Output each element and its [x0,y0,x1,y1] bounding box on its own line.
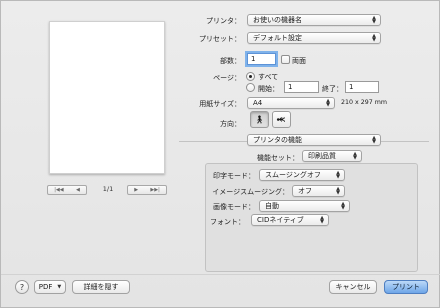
popup-arrows-icon: ▲ ▼ [336,170,340,180]
pdf-menu-button[interactable]: PDF ▼ [34,280,66,294]
popup-arrows-icon: ▲ ▼ [326,98,330,108]
help-button[interactable]: ? [15,280,29,294]
image-mode-label: 画像モード： [213,203,255,211]
printer-value: お使いの機器名 [253,16,302,24]
footer-separator [1,274,440,275]
panel-popup-value: プリンタの機能 [253,136,302,144]
pages-to-field[interactable]: 1 [345,81,379,93]
popup-arrows-icon: ▲ ▼ [353,151,357,161]
chevron-down-icon: ▼ [57,284,62,290]
presets-label: プリセット： [199,35,241,43]
feature-set-popup[interactable]: 印刷品質 ▲ ▼ [302,150,362,162]
print-button[interactable]: プリント [384,280,428,294]
presets-popup[interactable]: デフォルト設定 ▲ ▼ [247,32,381,44]
portrait-button[interactable]: 🚶︎ [250,111,269,128]
popup-arrows-icon: ▲ ▼ [336,186,340,196]
image-smoothing-popup[interactable]: オフ ▲ ▼ [292,185,345,197]
popup-arrows-icon: ▲ ▼ [372,135,376,145]
print-label: プリント [392,283,420,291]
last-page-icon[interactable]: ▶▶| [150,187,159,193]
paper-size-popup[interactable]: A4 ▲ ▼ [247,97,335,109]
preview-forward-controls: ▶ ▶▶| [127,185,167,195]
page-preview [49,21,165,174]
help-icon: ? [19,282,25,292]
cancel-button[interactable]: キャンセル [329,280,377,294]
orientation-label: 方向： [220,120,241,128]
landscape-button[interactable]: 🚶︎ [272,111,291,128]
font-value: CIDネイティブ [257,216,304,224]
paper-size-value: A4 [253,99,263,107]
image-smoothing-value: オフ [298,187,312,195]
font-label: フォント： [210,218,245,226]
image-mode-value: 自動 [265,202,279,210]
font-popup[interactable]: CIDネイティブ ▲ ▼ [251,214,329,226]
paper-dimensions: 210 x 297 mm [341,99,388,106]
pages-from-label: 開始： [258,85,279,93]
copies-value: 1 [251,55,256,63]
hide-details-label: 詳細を隠す [83,283,119,291]
copies-field[interactable]: 1 [247,53,276,65]
pages-from-value: 1 [288,83,293,91]
popup-arrows-icon: ▲ ▼ [372,33,376,43]
print-mode-label: 印字モード： [213,172,255,180]
pages-label: ページ： [213,74,241,82]
popup-arrows-icon: ▲ ▼ [320,215,324,225]
printer-popup[interactable]: お使いの機器名 ▲ ▼ [247,14,381,26]
feature-set-value: 印刷品質 [308,152,336,160]
pages-all-radio[interactable] [246,72,255,81]
popup-arrows-icon: ▲ ▼ [341,201,345,211]
first-page-icon[interactable]: |◀◀ [54,187,63,193]
pages-all-label: すべて [258,73,279,81]
copies-label: 部数： [220,57,241,65]
paper-size-label: 用紙サイズ： [199,100,241,108]
pages-to-value: 1 [349,83,354,91]
popup-arrows-icon: ▲ ▼ [372,15,376,25]
two-sided-label: 両面 [292,57,306,65]
next-page-icon[interactable]: ▶ [134,187,138,193]
print-dialog: |◀◀ ◀ 1/1 ▶ ▶▶| プリンタ： お使いの機器名 ▲ ▼ プリセット： … [0,0,440,308]
hide-details-button[interactable]: 詳細を隠す [72,280,130,294]
portrait-icon: 🚶︎ [254,115,265,124]
feature-set-label: 機能セット： [257,154,299,162]
two-sided-checkbox[interactable] [281,55,290,64]
prev-page-icon[interactable]: ◀ [76,187,80,193]
landscape-icon: 🚶︎ [277,114,286,125]
print-mode-value: スムージングオフ [265,171,321,179]
image-mode-popup[interactable]: 自動 ▲ ▼ [259,200,350,212]
panel-popup[interactable]: プリンタの機能 ▲ ▼ [247,134,381,146]
print-mode-popup[interactable]: スムージングオフ ▲ ▼ [259,169,345,181]
pages-range-radio[interactable] [246,83,255,92]
page-indicator: 1/1 [102,185,114,193]
preview-back-controls: |◀◀ ◀ [47,185,87,195]
cancel-label: キャンセル [335,283,371,291]
image-smoothing-label: イメージスムージング： [212,188,289,196]
printer-label: プリンタ： [206,17,241,25]
pages-from-field[interactable]: 1 [284,81,319,93]
pages-to-label: 終了： [322,85,343,93]
presets-value: デフォルト設定 [253,34,302,42]
pdf-label: PDF [38,283,53,291]
